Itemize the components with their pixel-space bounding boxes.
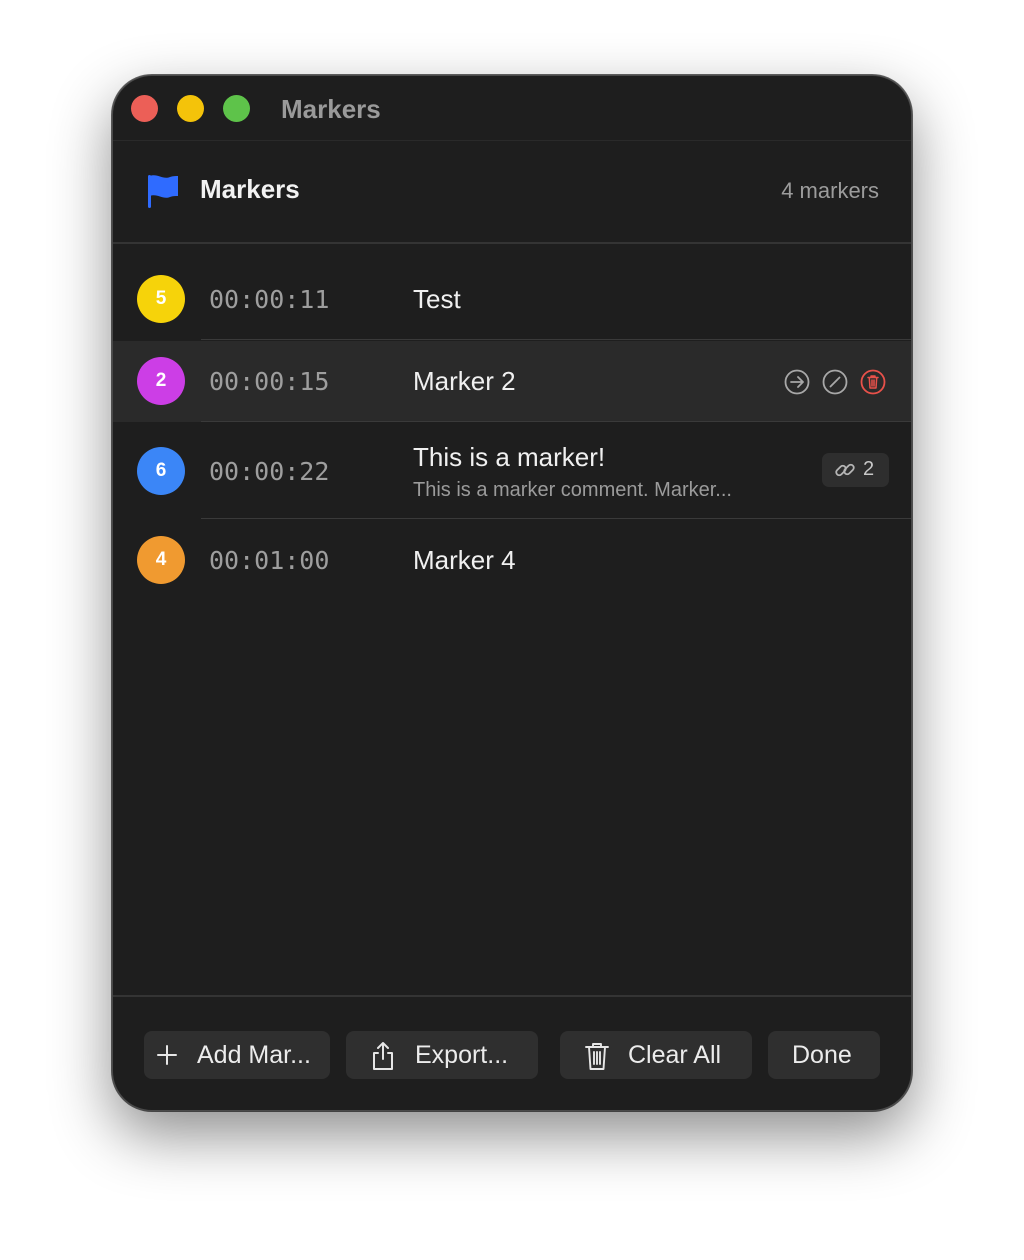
marker-name: This is a marker! [413,442,606,472]
marker-time: 00:00:11 [209,285,330,314]
marker-comment: This is a marker comment. Marker... [413,479,732,501]
marker-time: 00:00:22 [209,457,330,486]
marker-row[interactable]: 4 00:01:00 Marker 4 [113,520,911,602]
trash-icon [585,1043,609,1070]
clear-all-label: Clear All [628,1041,722,1069]
linked-markers-badge[interactable]: 2 [822,453,889,487]
export-button[interactable]: Export... [346,1031,538,1079]
marker-number-badge: 5 [137,275,185,323]
delete-icon[interactable] [860,369,886,395]
row-divider [201,339,911,340]
clear-all-button[interactable]: Clear All [560,1031,752,1079]
marker-name: Marker 4 [413,545,516,575]
marker-row-selected[interactable]: 2 00:00:15 Marker 2 [113,341,911,422]
zoom-window-button[interactable] [223,95,250,122]
close-window-button[interactable] [131,95,158,122]
linked-count: 2 [863,458,875,480]
markers-window: Markers Markers 4 markers 5 00:00:11 Tes… [112,75,912,1111]
marker-number-badge: 2 [137,357,185,405]
row-divider [201,518,911,519]
row-divider [201,421,911,422]
marker-row[interactable]: 6 00:00:22 This is a marker! This is a m… [113,423,911,519]
marker-time: 00:00:15 [209,367,330,396]
marker-row[interactable]: 5 00:00:11 Test [113,243,911,340]
marker-number-badge: 4 [137,536,185,584]
marker-count: 4 markers [781,178,879,203]
plus-icon [157,1045,177,1065]
go-to-icon[interactable] [784,369,810,395]
minimize-window-button[interactable] [177,95,204,122]
header-title: Markers [200,174,300,204]
disable-icon[interactable] [822,369,848,395]
done-label: Done [792,1041,852,1069]
marker-name: Marker 2 [413,366,516,396]
footer-bar: Add Mar... Export... Clear All Done [113,995,911,1110]
title-bar: Markers [113,76,911,141]
share-icon [373,1042,393,1070]
window-title: Markers [281,94,381,124]
add-marker-label: Add Mar... [197,1041,311,1069]
markers-header: Markers 4 markers [113,140,911,244]
flag-icon [148,175,178,208]
marker-name: Test [413,284,461,314]
marker-time: 00:01:00 [209,546,330,575]
link-icon [835,463,855,477]
done-button[interactable]: Done [768,1031,880,1079]
add-marker-button[interactable]: Add Mar... [144,1031,330,1079]
export-label: Export... [415,1041,509,1069]
marker-number-badge: 6 [137,447,185,495]
